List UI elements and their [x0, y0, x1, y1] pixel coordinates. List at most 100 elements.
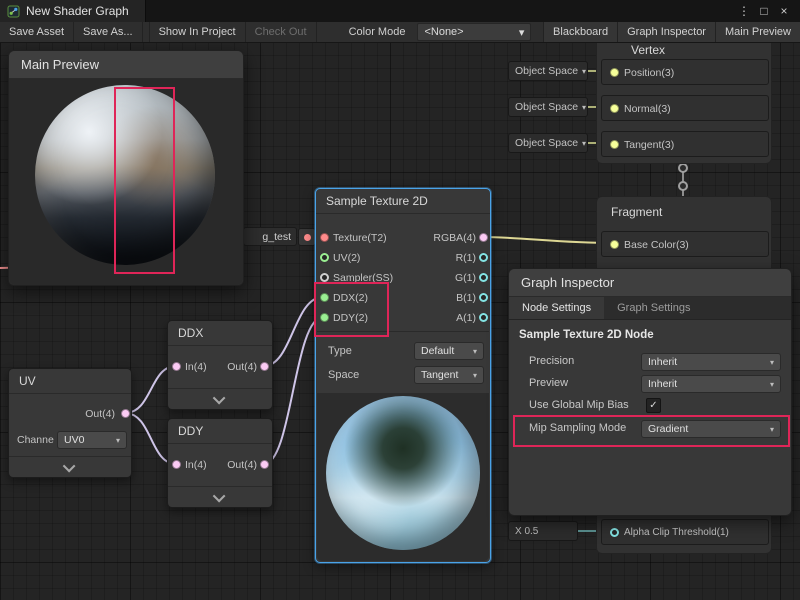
chevron-down-icon: ▾: [582, 139, 586, 148]
chevron-down-icon: ▾: [116, 436, 120, 445]
toolbar: Save Asset Save As... Show In Project Ch…: [0, 22, 800, 43]
vertex-title: Vertex: [631, 43, 665, 57]
ddy-node[interactable]: DDY In(4) Out(4): [167, 418, 273, 508]
vertex-context-block[interactable]: Vertex Position(3) Normal(3) Tangent(3): [596, 34, 772, 164]
inspector-tab-bar: Node Settings Graph Settings: [509, 297, 791, 320]
normal-port[interactable]: [610, 104, 619, 113]
uv-out-label: Out(4): [85, 407, 115, 421]
texture-property-port[interactable]: [298, 228, 316, 246]
texture-property-node[interactable]: g_test: [243, 227, 297, 246]
b-output-label: B(1): [456, 291, 476, 305]
maximize-icon[interactable]: □: [754, 4, 774, 18]
shader-graph-window: Vertex Position(3) Normal(3) Tangent(3) …: [0, 0, 800, 600]
chevron-down-icon: ▾: [582, 67, 586, 76]
texture-input-port[interactable]: [320, 233, 329, 242]
chevron-down-icon: ▾: [473, 371, 477, 380]
uv-input-label: UV(2): [333, 251, 360, 265]
uv-node-title: UV: [9, 369, 131, 394]
ddx-in-port[interactable]: [172, 362, 181, 371]
precision-dropdown[interactable]: Inherit▾: [641, 353, 781, 371]
main-preview-toggle[interactable]: Main Preview: [715, 22, 800, 42]
inspector-node-heading: Sample Texture 2D Node: [519, 329, 654, 341]
highlight-ddx-ddy-ports: [314, 282, 389, 337]
fragment-row-alphaclip[interactable]: Alpha Clip Threshold(1): [601, 519, 769, 545]
graph-inspector-toggle[interactable]: Graph Inspector: [617, 22, 715, 42]
blackboard-toggle[interactable]: Blackboard: [543, 22, 617, 42]
uv-input-port[interactable]: [320, 253, 329, 262]
graph-inspector-header[interactable]: Graph Inspector: [509, 269, 791, 297]
tab-graph-settings[interactable]: Graph Settings: [604, 297, 703, 319]
main-preview-header[interactable]: Main Preview: [9, 51, 243, 79]
position-space-dropdown[interactable]: Object Space▾: [508, 61, 588, 81]
g-output-label: G(1): [455, 271, 476, 285]
precision-label: Precision: [529, 355, 574, 367]
ddy-in-label: In(4): [185, 458, 207, 472]
r-output-label: R(1): [456, 251, 476, 265]
tangent-port[interactable]: [610, 140, 619, 149]
tab-node-settings[interactable]: Node Settings: [509, 297, 604, 319]
sample-texture-2d-node[interactable]: Sample Texture 2D Texture(T2) UV(2) Samp…: [315, 188, 491, 563]
chevron-down-icon: ▾: [473, 347, 477, 356]
check-out-button[interactable]: Check Out: [246, 22, 317, 42]
texture-port-dot: [304, 234, 311, 241]
normal-space-dropdown[interactable]: Object Space▾: [508, 97, 588, 117]
position-port[interactable]: [610, 68, 619, 77]
uv-out-port[interactable]: [121, 409, 130, 418]
ddy-node-title: DDY: [168, 419, 272, 444]
uv-node[interactable]: UV Out(4) Channe UV0▾: [8, 368, 132, 478]
position-label: Position(3): [624, 66, 674, 80]
texture-input-label: Texture(T2): [333, 231, 387, 245]
vertex-row-normal[interactable]: Normal(3): [601, 95, 769, 121]
vertex-row-position[interactable]: Position(3): [601, 59, 769, 85]
type-dropdown[interactable]: Default▾: [414, 342, 484, 360]
ddx-node[interactable]: DDX In(4) Out(4): [167, 320, 273, 410]
chevron-down-icon: [212, 391, 225, 404]
tab-title: New Shader Graph: [26, 4, 129, 18]
tangent-space-dropdown[interactable]: Object Space▾: [508, 133, 588, 153]
g-output-port[interactable]: [479, 273, 488, 282]
chevron-down-icon: ▾: [770, 380, 774, 389]
ddy-out-port[interactable]: [260, 460, 269, 469]
a-output-port[interactable]: [479, 313, 488, 322]
basecolor-port[interactable]: [610, 240, 619, 249]
r-output-port[interactable]: [479, 253, 488, 262]
more-menu-icon[interactable]: ⋮: [734, 4, 754, 18]
uv-collapse-chevron[interactable]: [9, 456, 131, 477]
fragment-row-basecolor[interactable]: Base Color(3): [601, 231, 769, 257]
save-as-button[interactable]: Save As...: [74, 22, 143, 42]
ddx-in-label: In(4): [185, 360, 207, 374]
node-preview-sphere: [326, 396, 480, 550]
highlight-mip-sampling-mode: [513, 415, 790, 447]
global-mip-bias-checkbox[interactable]: ✓: [646, 398, 661, 413]
vertex-row-tangent[interactable]: Tangent(3): [601, 131, 769, 157]
ddx-node-title: DDX: [168, 321, 272, 346]
ddy-in-port[interactable]: [172, 460, 181, 469]
alphaclip-value-field[interactable]: X 0.5: [508, 521, 578, 541]
a-output-label: A(1): [456, 311, 476, 325]
ddy-collapse-chevron[interactable]: [168, 486, 272, 507]
alphaclip-port[interactable]: [610, 528, 619, 537]
uv-channel-dropdown[interactable]: UV0▾: [57, 431, 127, 449]
toolbar-toggles: Blackboard Graph Inspector Main Preview: [543, 22, 800, 42]
chevron-down-icon: [212, 489, 225, 502]
show-in-project-button[interactable]: Show In Project: [149, 22, 246, 42]
preview-label: Preview: [529, 377, 568, 389]
ddx-collapse-chevron[interactable]: [168, 388, 272, 409]
shader-graph-tab[interactable]: New Shader Graph: [0, 0, 146, 22]
rgba-output-port[interactable]: [479, 233, 488, 242]
close-icon[interactable]: ×: [774, 4, 794, 18]
title-bar: New Shader Graph ⋮ □ ×: [0, 0, 800, 22]
chevron-down-icon: ▾: [582, 103, 586, 112]
normal-label: Normal(3): [624, 102, 671, 116]
preview-dropdown[interactable]: Inherit▾: [641, 375, 781, 393]
chevron-down-icon: [62, 459, 75, 472]
save-asset-button[interactable]: Save Asset: [0, 22, 74, 42]
ddy-out-label: Out(4): [227, 458, 257, 472]
window-controls: ⋮ □ ×: [734, 0, 800, 22]
color-mode-dropdown[interactable]: <None> ▾: [417, 23, 531, 41]
space-dropdown[interactable]: Tangent▾: [414, 366, 484, 384]
tangent-label: Tangent(3): [624, 138, 674, 152]
b-output-port[interactable]: [479, 293, 488, 302]
sampler-input-port[interactable]: [320, 273, 329, 282]
ddx-out-port[interactable]: [260, 362, 269, 371]
